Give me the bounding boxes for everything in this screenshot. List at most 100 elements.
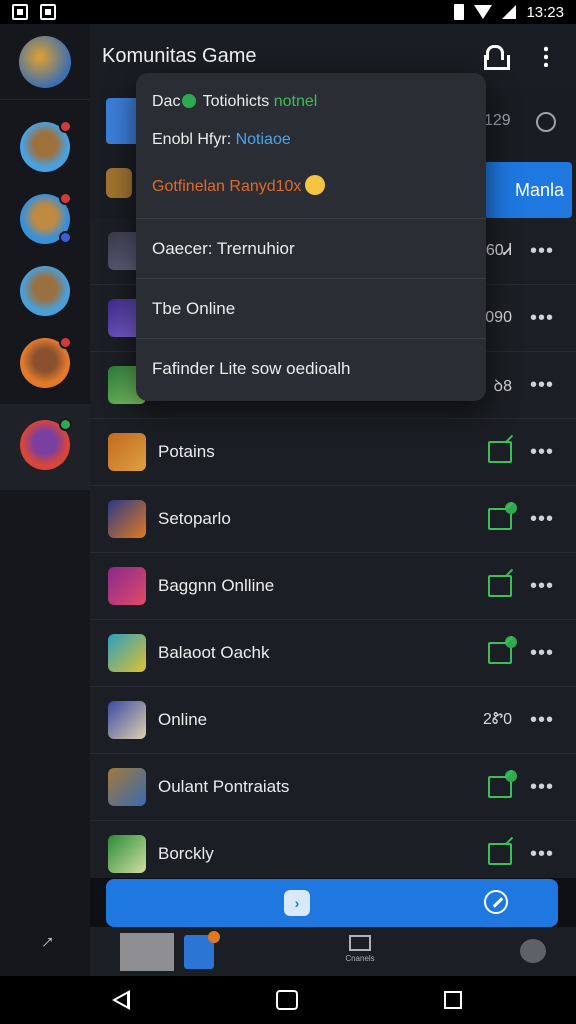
badge-red xyxy=(59,336,72,349)
rail-selected xyxy=(0,404,90,490)
popup-line-1-c: notnel xyxy=(273,93,318,110)
more-icon[interactable]: ••• xyxy=(530,441,554,464)
badge-green xyxy=(59,418,72,431)
list-item-name: Baggnn Onlline xyxy=(158,576,275,595)
status-time: 13:23 xyxy=(526,3,564,21)
row-actions: 60Ꮧ ••• xyxy=(486,240,554,263)
signal-icon xyxy=(502,5,517,19)
popup-line-3: Gotfinelan Ranyd10x xyxy=(152,175,470,196)
notification-icon xyxy=(40,4,56,20)
badge-red xyxy=(59,120,72,133)
popup-line-2: Enobl Hfyr: Notiaoe xyxy=(152,131,470,149)
menu-item-3[interactable]: Fafinder Lite sow oedioalh xyxy=(136,339,486,399)
lock-icon[interactable] xyxy=(484,45,510,70)
popup-line-1-b: Totiohicts xyxy=(198,93,274,110)
edit-icon[interactable] xyxy=(487,770,517,798)
list-item[interactable]: Borckly ••• xyxy=(90,821,576,878)
recents-icon[interactable] xyxy=(444,991,462,1009)
list-item-name: Balaoot Oachk xyxy=(158,643,270,662)
join-button[interactable]: Manla xyxy=(484,162,572,218)
row-actions: ••• xyxy=(487,843,554,866)
row-actions: ꝺ8 ••• xyxy=(494,374,555,397)
badge-red xyxy=(59,192,72,205)
badge-blue xyxy=(59,231,72,244)
system-nav-bar xyxy=(0,976,576,1024)
server-avatar-4[interactable] xyxy=(20,336,72,388)
list-item[interactable]: Setoparlo ••• xyxy=(90,486,576,553)
notification-dot xyxy=(208,931,220,943)
list-item[interactable]: Online 2Ꮡ0 ••• xyxy=(90,687,576,754)
row-actions: ••• xyxy=(487,502,554,531)
status-bar: 13:23 xyxy=(0,0,576,24)
home-icon[interactable] xyxy=(276,990,298,1010)
chip-icon[interactable] xyxy=(106,98,140,144)
tab-channels-label: Cnanels xyxy=(345,954,375,963)
smiley-icon xyxy=(305,175,326,195)
server-avatar-3[interactable] xyxy=(20,266,70,316)
tab-channels[interactable]: Cnanels xyxy=(336,935,384,963)
popup-line-1: Dac Totiohicts notnel xyxy=(152,93,470,111)
game-icon xyxy=(108,500,146,538)
list-item[interactable]: Potains ••• xyxy=(90,419,576,486)
popup-line-1-a: Dac xyxy=(152,93,181,110)
menu-item-2[interactable]: Tbe Online xyxy=(136,279,486,339)
edit-icon[interactable] xyxy=(487,575,512,597)
list-item[interactable]: Balaoot Oachk ••• xyxy=(90,620,576,687)
more-icon[interactable]: ••• xyxy=(530,374,554,397)
compose-icon[interactable] xyxy=(484,890,508,914)
back-icon[interactable] xyxy=(112,990,130,1010)
page-title: Komunitas Game xyxy=(102,44,257,67)
more-icon[interactable]: ••• xyxy=(530,776,554,799)
game-icon xyxy=(108,567,146,605)
status-dot xyxy=(504,636,517,648)
server-avatar-5[interactable] xyxy=(20,418,72,470)
search-icon[interactable] xyxy=(536,112,556,132)
popup-line-2-a: Enobl Hfyr: xyxy=(152,131,236,148)
more-icon[interactable]: ••• xyxy=(530,508,554,531)
hex-icon[interactable]: › xyxy=(284,890,310,916)
row-actions: 2Ꮡ0 ••• xyxy=(483,709,554,732)
dropdown-menu: Dac Totiohicts notnel Enobl Hfyr: Notiao… xyxy=(136,73,486,401)
status-dot xyxy=(504,502,517,514)
tab-home[interactable] xyxy=(120,933,174,971)
kebab-icon[interactable] xyxy=(544,45,548,67)
avatar-top[interactable] xyxy=(19,35,71,88)
game-icon xyxy=(108,634,146,672)
list-item[interactable]: Oulant Pontraiats ••• xyxy=(90,754,576,821)
popup-line-3-text: Gotfinelan Ranyd10x xyxy=(152,178,302,195)
menu-item-1[interactable]: Oaecer: Trernuhior xyxy=(136,219,486,279)
list-item-name: Online xyxy=(158,710,208,729)
people-icon[interactable] xyxy=(520,939,546,963)
online-dot-icon xyxy=(182,94,197,108)
list-item-name: Oulant Pontraiats xyxy=(158,777,290,796)
server-avatar-1[interactable] xyxy=(20,120,72,172)
wifi-icon xyxy=(474,5,493,19)
more-icon[interactable]: ••• xyxy=(530,642,554,665)
more-icon[interactable]: ••• xyxy=(530,843,554,866)
row-actions: ••• xyxy=(487,441,554,464)
tab-bar: Cnanels xyxy=(90,927,576,976)
edit-icon[interactable] xyxy=(487,636,517,664)
game-icon xyxy=(108,835,146,873)
tab-library[interactable] xyxy=(184,931,220,969)
status-dot xyxy=(504,770,517,782)
expand-arrow-icon[interactable]: → xyxy=(31,925,61,955)
game-icon xyxy=(108,701,146,739)
edit-icon[interactable] xyxy=(487,502,517,530)
popup-line-2-b: Notiaoe xyxy=(235,131,291,148)
edit-icon[interactable] xyxy=(487,843,512,865)
action-bar[interactable]: › xyxy=(106,879,558,927)
server-rail: → xyxy=(0,24,90,976)
list-item-name: Setoparlo xyxy=(158,509,231,528)
edit-icon[interactable] xyxy=(487,441,512,463)
more-icon[interactable]: ••• xyxy=(530,709,554,732)
member-count: 2Ꮡ0 xyxy=(483,711,512,728)
more-icon[interactable]: ••• xyxy=(530,307,554,330)
game-icon xyxy=(108,768,146,806)
rail-top xyxy=(0,24,90,100)
list-item[interactable]: Baggnn Onlline ••• xyxy=(90,553,576,620)
more-icon[interactable]: ••• xyxy=(530,240,554,263)
more-icon[interactable]: ••• xyxy=(530,575,554,598)
member-count: 60Ꮧ xyxy=(485,242,512,259)
server-avatar-2[interactable] xyxy=(20,192,72,244)
